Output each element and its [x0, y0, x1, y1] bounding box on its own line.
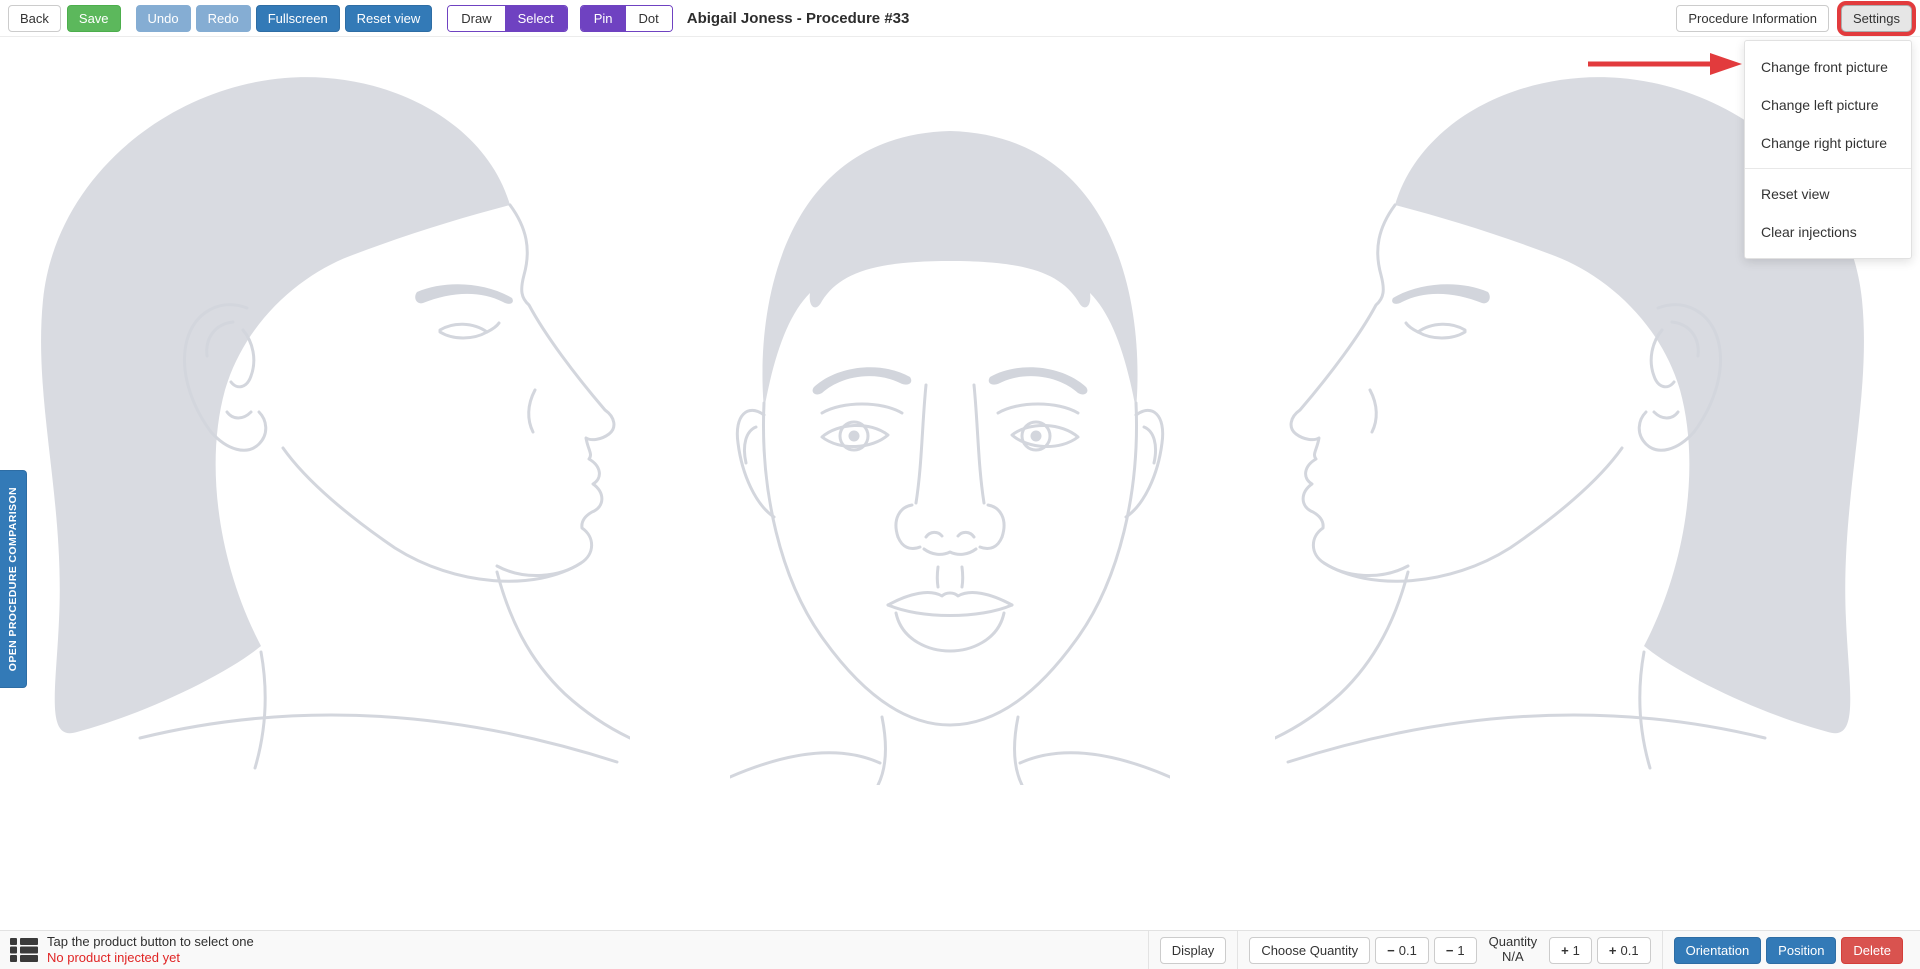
product-warning: No product injected yet	[47, 950, 254, 966]
minus-icon: −	[1387, 943, 1395, 958]
choose-quantity-button[interactable]: Choose Quantity	[1249, 937, 1370, 964]
redo-button[interactable]: Redo	[196, 5, 251, 32]
product-status: Tap the product button to select one No …	[47, 934, 254, 967]
save-button[interactable]: Save	[67, 5, 121, 32]
decrease-quantity-large-button[interactable]: −1	[1434, 937, 1477, 964]
select-toggle-button[interactable]: Select	[505, 6, 567, 31]
settings-menu: Change front picture Change left picture…	[1744, 40, 1912, 259]
plus-icon: +	[1561, 943, 1569, 958]
separator	[1148, 931, 1149, 969]
menu-divider	[1745, 168, 1911, 169]
open-procedure-comparison-tab[interactable]: OPEN PROCEDURE COMPARISON	[0, 470, 27, 688]
minus-icon: −	[1446, 943, 1454, 958]
separator	[1237, 931, 1238, 969]
position-button[interactable]: Position	[1766, 937, 1836, 964]
pin-dot-toggle: Pin Dot	[580, 5, 673, 32]
status-bar: Tap the product button to select one No …	[0, 930, 1920, 969]
reset-view-button[interactable]: Reset view	[345, 5, 433, 32]
settings-button[interactable]: Settings	[1841, 5, 1912, 32]
draw-toggle-button[interactable]: Draw	[448, 6, 504, 31]
menu-item-reset-view[interactable]: Reset view	[1745, 175, 1911, 213]
app-window: Back Save Undo Redo Fullscreen Reset vie…	[0, 0, 1920, 969]
orientation-button[interactable]: Orientation	[1674, 937, 1762, 964]
open-procedure-comparison-label: OPEN PROCEDURE COMPARISON	[7, 487, 19, 671]
back-button[interactable]: Back	[8, 5, 61, 32]
product-list-icon[interactable]	[10, 938, 38, 962]
quantity-label: Quantity	[1489, 935, 1537, 950]
product-hint: Tap the product button to select one	[47, 934, 254, 950]
pin-toggle-button[interactable]: Pin	[581, 6, 626, 31]
plus-icon: +	[1609, 943, 1617, 958]
display-button[interactable]: Display	[1160, 937, 1227, 964]
menu-item-clear-injections[interactable]: Clear injections	[1745, 213, 1911, 251]
draw-select-toggle: Draw Select	[447, 5, 567, 32]
page-title: Abigail Joness - Procedure #33	[687, 10, 910, 27]
procedure-information-button[interactable]: Procedure Information	[1676, 5, 1829, 32]
increase-quantity-large-button[interactable]: +1	[1549, 937, 1592, 964]
quantity-readout: Quantity N/A	[1489, 935, 1537, 965]
menu-item-change-left-picture[interactable]: Change left picture	[1745, 86, 1911, 124]
menu-item-change-front-picture[interactable]: Change front picture	[1745, 48, 1911, 86]
annotation-arrow-icon	[1586, 52, 1744, 76]
front-face-illustration[interactable]	[730, 75, 1170, 785]
menu-item-change-right-picture[interactable]: Change right picture	[1745, 124, 1911, 162]
separator	[1662, 931, 1663, 969]
undo-button[interactable]: Undo	[136, 5, 191, 32]
left-profile-illustration[interactable]	[15, 60, 630, 770]
quantity-value: N/A	[1489, 950, 1537, 965]
decrease-quantity-small-button[interactable]: −0.1	[1375, 937, 1429, 964]
delete-button[interactable]: Delete	[1841, 937, 1903, 964]
dot-toggle-button[interactable]: Dot	[626, 6, 672, 31]
fullscreen-button[interactable]: Fullscreen	[256, 5, 340, 32]
increase-quantity-small-button[interactable]: +0.1	[1597, 937, 1651, 964]
injection-canvas[interactable]: OPEN PROCEDURE COMPARISON Change front p…	[0, 37, 1920, 930]
top-toolbar: Back Save Undo Redo Fullscreen Reset vie…	[0, 0, 1920, 37]
